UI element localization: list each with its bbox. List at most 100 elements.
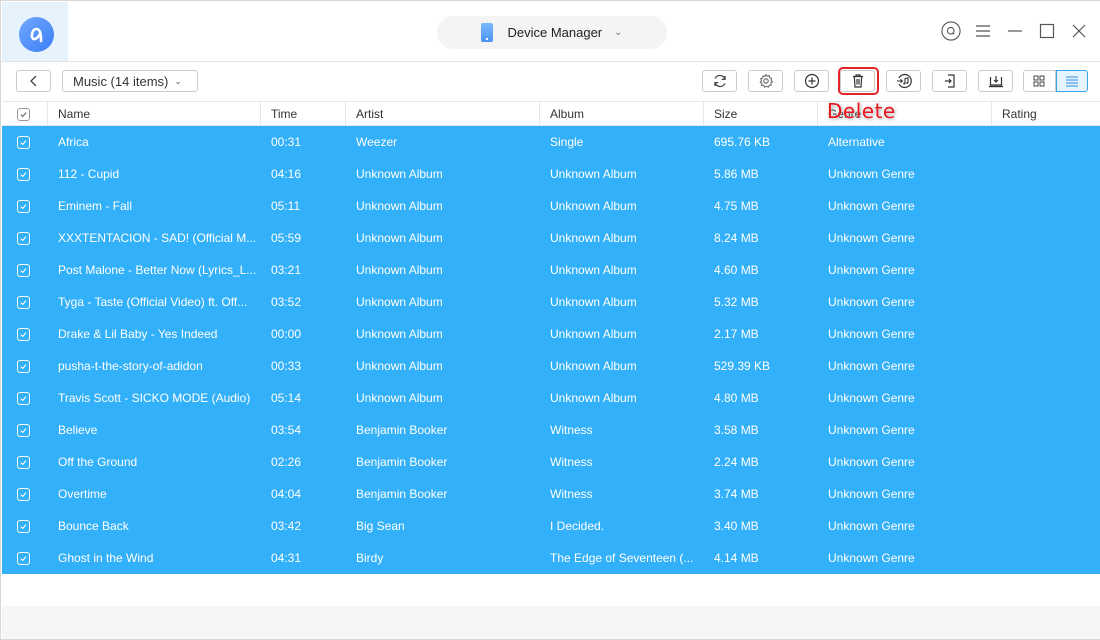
cell-genre: Unknown Genre bbox=[828, 199, 915, 213]
select-all-cell bbox=[2, 102, 48, 126]
delete-button[interactable] bbox=[840, 70, 875, 92]
row-checkbox[interactable] bbox=[17, 551, 30, 565]
cell-rating bbox=[992, 414, 1100, 446]
cell-artist: Unknown Album bbox=[356, 167, 443, 181]
check-icon bbox=[20, 363, 27, 369]
cell-size: 4.14 MB bbox=[714, 551, 759, 565]
column-header-name[interactable]: Name bbox=[48, 102, 261, 126]
column-header-size[interactable]: Size bbox=[704, 102, 818, 126]
minimize-icon[interactable] bbox=[1005, 19, 1025, 43]
check-icon bbox=[20, 235, 27, 241]
table-row[interactable]: XXXTENTACION - SAD! (Official M... 05:59 U… bbox=[2, 222, 1100, 254]
device-manager-dropdown[interactable]: Device Manager ⌄ bbox=[437, 16, 667, 49]
column-header-album[interactable]: Album bbox=[540, 102, 704, 126]
title-bar: Device Manager ⌄ bbox=[1, 1, 1100, 62]
app-window: Device Manager ⌄ Music (14 items) ⌄ Dele… bbox=[0, 0, 1100, 640]
row-checkbox[interactable] bbox=[17, 359, 30, 373]
cell-album: Witness bbox=[550, 455, 593, 469]
table-row[interactable]: Drake & Lil Baby - Yes Indeed 00:00 Unknow… bbox=[2, 318, 1100, 350]
cell-time: 03:52 bbox=[271, 295, 302, 309]
cell-time: 03:42 bbox=[271, 519, 302, 533]
maximize-icon[interactable] bbox=[1037, 19, 1057, 43]
cell-rating bbox=[992, 286, 1100, 318]
table-body: Africa 00:31 Weezer Single 695.76 KB Alternat… bbox=[2, 126, 1100, 574]
cell-name: XXXTENTACION - SAD! (Official M... bbox=[58, 231, 257, 245]
cell-size: 3.58 MB bbox=[714, 423, 759, 437]
chevron-down-icon: ⌄ bbox=[614, 27, 623, 38]
category-dropdown[interactable]: Music (14 items) ⌄ bbox=[62, 70, 198, 92]
table-row[interactable]: Tyga - Taste (Official Video) ft. Off...… bbox=[2, 286, 1100, 318]
cell-genre: Unknown Genre bbox=[828, 231, 915, 245]
row-checkbox[interactable] bbox=[17, 263, 30, 277]
cell-name: Tyga - Taste (Official Video) ft. Off... bbox=[58, 295, 248, 309]
row-checkbox[interactable] bbox=[17, 231, 30, 245]
export-to-pc-button[interactable] bbox=[932, 70, 967, 92]
table-row[interactable]: Africa 00:31 Weezer Single 695.76 KB Alternat… bbox=[2, 126, 1100, 158]
cell-name: Ghost in the Wind bbox=[58, 551, 154, 565]
empty-list-area bbox=[2, 574, 1100, 606]
menu-icon[interactable] bbox=[973, 19, 993, 43]
cell-artist: Benjamin Booker bbox=[356, 423, 448, 437]
cell-name: Travis Scott - SICKO MODE (Audio) bbox=[58, 391, 251, 405]
close-icon[interactable] bbox=[1069, 19, 1089, 43]
app-logo-icon[interactable] bbox=[19, 17, 54, 52]
table-row[interactable]: Travis Scott - SICKO MODE (Audio) 05:14 Un… bbox=[2, 382, 1100, 414]
row-checkbox[interactable] bbox=[17, 423, 30, 437]
download-to-device-icon bbox=[988, 76, 1003, 88]
list-view-button[interactable] bbox=[1055, 70, 1088, 92]
row-checkbox-cell bbox=[2, 510, 48, 542]
cell-genre: Unknown Genre bbox=[828, 423, 915, 437]
row-checkbox-cell bbox=[2, 254, 48, 286]
cell-album: The Edge of Seventeen (... bbox=[550, 551, 694, 565]
window-controls bbox=[941, 19, 1089, 43]
row-checkbox-cell bbox=[2, 382, 48, 414]
table-row[interactable]: Bounce Back 03:42 Big Sean I Decided. 3.40 M… bbox=[2, 510, 1100, 542]
grid-view-button[interactable] bbox=[1023, 70, 1056, 92]
row-checkbox[interactable] bbox=[17, 295, 30, 309]
export-to-itunes-button[interactable] bbox=[886, 70, 921, 92]
cell-name: Post Malone - Better Now (Lyrics_L... bbox=[58, 263, 257, 277]
chevron-left-icon bbox=[29, 75, 36, 87]
add-button[interactable] bbox=[794, 70, 829, 92]
table-row[interactable]: Overtime 04:04 Benjamin Booker Witness 3.74 … bbox=[2, 478, 1100, 510]
table-row[interactable]: Off the Ground 02:26 Benjamin Booker Witnes… bbox=[2, 446, 1100, 478]
table-header: Name Time Artist Album Size Genre Rating bbox=[2, 101, 1100, 126]
cell-artist: Unknown Album bbox=[356, 391, 443, 405]
column-header-artist[interactable]: Artist bbox=[346, 102, 540, 126]
account-icon[interactable] bbox=[941, 19, 961, 43]
table-row[interactable]: pusha-t-the-story-of-adidon 00:33 Unknown … bbox=[2, 350, 1100, 382]
cell-genre: Unknown Genre bbox=[828, 327, 915, 341]
cell-artist: Big Sean bbox=[356, 519, 405, 533]
cell-genre: Unknown Genre bbox=[828, 391, 915, 405]
cell-artist: Unknown Album bbox=[356, 263, 443, 277]
row-checkbox[interactable] bbox=[17, 199, 30, 213]
cell-genre: Unknown Genre bbox=[828, 295, 915, 309]
column-header-rating[interactable]: Rating bbox=[992, 102, 1100, 126]
table-row[interactable]: Believe 03:54 Benjamin Booker Witness 3.58 M… bbox=[2, 414, 1100, 446]
cell-time: 03:21 bbox=[271, 263, 302, 277]
row-checkbox[interactable] bbox=[17, 135, 30, 149]
table-row[interactable]: 112 - Cupid 04:16 Unknown Album Unknown Alb… bbox=[2, 158, 1100, 190]
back-button[interactable] bbox=[16, 70, 51, 92]
row-checkbox[interactable] bbox=[17, 487, 30, 501]
row-checkbox[interactable] bbox=[17, 455, 30, 469]
view-toggle bbox=[1023, 70, 1088, 92]
cell-artist: Weezer bbox=[356, 135, 398, 149]
table-row[interactable]: Ghost in the Wind 04:31 Birdy The Edge of S… bbox=[2, 542, 1100, 574]
settings-button[interactable] bbox=[748, 70, 783, 92]
row-checkbox[interactable] bbox=[17, 519, 30, 533]
column-header-time[interactable]: Time bbox=[261, 102, 346, 126]
row-checkbox[interactable] bbox=[17, 391, 30, 405]
select-all-checkbox[interactable] bbox=[17, 107, 30, 121]
row-checkbox[interactable] bbox=[17, 327, 30, 341]
table-row[interactable]: Post Malone - Better Now (Lyrics_L... 03:… bbox=[2, 254, 1100, 286]
export-to-device-button[interactable] bbox=[978, 70, 1013, 92]
check-icon bbox=[20, 491, 27, 497]
row-checkbox[interactable] bbox=[17, 167, 30, 181]
cell-size: 695.76 KB bbox=[714, 135, 771, 149]
refresh-button[interactable] bbox=[702, 70, 737, 92]
cell-genre: Unknown Genre bbox=[828, 167, 915, 181]
row-checkbox-cell bbox=[2, 158, 48, 190]
cell-size: 4.80 MB bbox=[714, 391, 759, 405]
table-row[interactable]: Eminem - Fall 05:11 Unknown Album Unknown A… bbox=[2, 190, 1100, 222]
